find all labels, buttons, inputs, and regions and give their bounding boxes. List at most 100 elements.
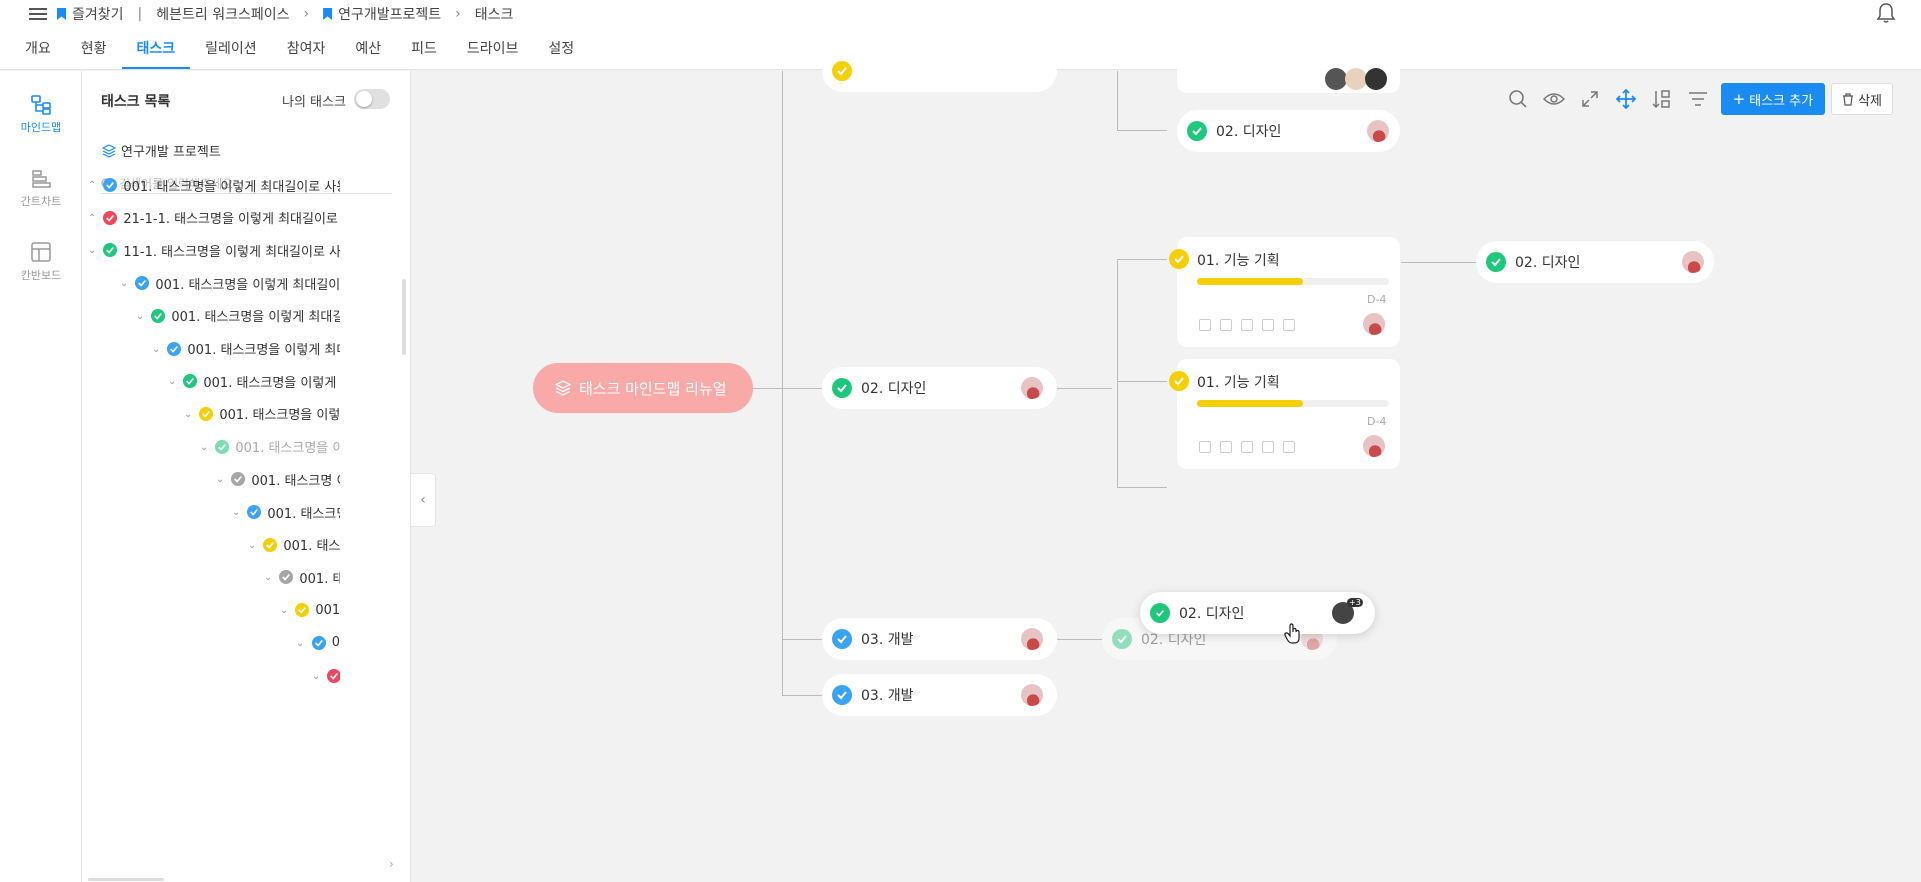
- tree-item-label: 001. 태스크: [283, 539, 340, 555]
- mindmap-root-node[interactable]: 태스크 마인드맵 리뉴얼: [533, 363, 753, 413]
- sort-icon[interactable]: [1647, 84, 1677, 114]
- filter-icon[interactable]: [1683, 84, 1713, 114]
- chevron-down-icon[interactable]: ⌄: [136, 311, 144, 322]
- tree-item[interactable]: ⌄ 001. 태: [264, 565, 340, 589]
- tree-item[interactable]: ⌄ 0: [296, 631, 340, 655]
- mindmap-node-design[interactable]: 02. 디자인: [822, 367, 1057, 409]
- tab-status[interactable]: 현황: [66, 28, 122, 69]
- task-card-partial[interactable]: [1177, 53, 1400, 93]
- tree-item-label: 001. 태스크명을 이렇게 최이렇: [203, 375, 340, 391]
- breadcrumb-project[interactable]: 연구개발프로젝트: [323, 4, 441, 24]
- tree-item[interactable]: ⌄ 001. 태스크: [248, 533, 340, 557]
- avatar: [1021, 628, 1043, 650]
- avatar: [1325, 68, 1347, 90]
- task-card-planning-1[interactable]: 01. 기능 기획 D-4: [1169, 237, 1400, 347]
- my-task-toggle[interactable]: [354, 89, 390, 109]
- connector-line: [782, 639, 827, 640]
- bell-icon[interactable]: [1876, 2, 1896, 24]
- link-icon[interactable]: [1262, 441, 1274, 453]
- breadcrumb-workspace[interactable]: 헤븐트리 워크스페이스: [156, 4, 289, 24]
- tab-participants[interactable]: 참여자: [272, 28, 341, 69]
- tree-item[interactable]: ⌃ 001. 태스크명을 이렇게 최대길이로 사용 이렇게: [88, 173, 340, 197]
- favorites-link[interactable]: 즐겨찾기: [57, 4, 124, 24]
- tree-item[interactable]: ⌄ 001.: [280, 598, 340, 622]
- nav-kanban[interactable]: 칸반보드: [0, 241, 82, 283]
- comment-icon[interactable]: [1241, 319, 1253, 331]
- mindmap-node-dev-1[interactable]: 03. 개발: [822, 618, 1057, 660]
- tab-relation[interactable]: 릴레이션: [190, 28, 272, 69]
- hamburger-menu-icon[interactable]: [29, 5, 47, 23]
- tab-settings[interactable]: 설정: [533, 28, 589, 69]
- breadcrumb-page: 태스크: [475, 4, 514, 24]
- chevron-right-icon: ›: [303, 6, 310, 22]
- mindmap-node[interactable]: [822, 50, 1057, 92]
- mindmap-node-design-right[interactable]: 02. 디자인: [1476, 241, 1714, 283]
- delete-button[interactable]: 삭제: [1831, 83, 1893, 115]
- tree-item[interactable]: ⌄ 001. 태스크명 이렇: [216, 467, 340, 491]
- task-card-planning-2[interactable]: 01. 기능 기획 D-4: [1169, 359, 1400, 469]
- tree-item[interactable]: ⌄ 001. 태스크명을 이렇게 최대길이로 이렇게: [120, 271, 340, 295]
- status-check-icon: [263, 537, 278, 552]
- tree-item[interactable]: ⌄ 11-1. 태스크명을 이렇게 최대길이로 사용 이렇: [88, 238, 340, 262]
- chevron-down-icon[interactable]: ⌄: [168, 376, 176, 387]
- tree-item[interactable]: ⌃ 21-1-1. 태스크명을 이렇게 최대길이로 사용 이: [88, 206, 340, 230]
- move-icon[interactable]: [1611, 84, 1641, 114]
- status-check-icon: [1169, 249, 1189, 269]
- mindmap-node-design-top[interactable]: 02. 디자인: [1177, 110, 1400, 152]
- user-icon[interactable]: [1220, 441, 1232, 453]
- chevron-down-icon[interactable]: ⌄: [216, 474, 224, 485]
- add-task-button[interactable]: + 태스크 추가: [1720, 83, 1826, 115]
- tree-item[interactable]: ⌄ 001. 태스크명을 이이렇: [200, 435, 340, 459]
- chevron-down-icon[interactable]: ⌄: [296, 638, 305, 649]
- star-icon[interactable]: [1199, 441, 1211, 453]
- tree-item-label: 001. 태스크명을 이렇게 최대길이로 이렇게: [155, 277, 340, 293]
- user-icon[interactable]: [1220, 319, 1232, 331]
- link-icon[interactable]: [1262, 319, 1274, 331]
- chevron-down-icon[interactable]: ⌄: [248, 540, 256, 551]
- add-task-label: 태스크 추가: [1749, 93, 1814, 109]
- tree-item[interactable]: ⌄: [312, 664, 340, 688]
- file-icon[interactable]: [1283, 441, 1295, 453]
- chevron-down-icon[interactable]: ⌄: [200, 442, 208, 453]
- panel-title: 태스크 목록: [101, 94, 171, 110]
- eye-icon[interactable]: [1539, 84, 1569, 114]
- nav-gantt[interactable]: 간트차트: [0, 167, 82, 209]
- tab-budget[interactable]: 예산: [340, 28, 396, 69]
- tree-item[interactable]: ⌄ 001. 태스크명을 이렇게 최이렇: [168, 369, 340, 393]
- chevron-down-icon[interactable]: ⌄: [184, 409, 192, 420]
- chevron-right-icon[interactable]: ›: [389, 857, 394, 871]
- chevron-down-icon[interactable]: ⌄: [120, 278, 128, 289]
- comment-icon[interactable]: [1241, 441, 1253, 453]
- root-label: 태스크 마인드맵 리뉴얼: [579, 379, 727, 398]
- chevron-down-icon[interactable]: ⌄: [264, 572, 272, 583]
- connector-line: [1117, 130, 1167, 131]
- tab-task[interactable]: 태스크: [121, 28, 191, 69]
- chevron-down-icon[interactable]: ⌄: [152, 344, 160, 355]
- star-icon[interactable]: [1199, 319, 1211, 331]
- chevron-down-icon[interactable]: ⌄: [232, 507, 240, 518]
- tab-drive[interactable]: 드라이브: [452, 28, 534, 69]
- status-check-icon: [832, 685, 852, 705]
- tree-item[interactable]: ⌄ 001. 태스크명을 이렇게 최대길이렇: [152, 337, 340, 361]
- mindmap-node-dev-2[interactable]: 03. 개발: [822, 674, 1057, 716]
- vertical-scrollbar[interactable]: [402, 279, 406, 355]
- node-label: 02. 디자인: [861, 381, 927, 397]
- dragged-node[interactable]: 02. 디자인 +3: [1140, 592, 1375, 634]
- chevron-up-icon[interactable]: ⌃: [88, 180, 96, 191]
- chevron-down-icon[interactable]: ⌄: [312, 671, 320, 682]
- tree-item[interactable]: ⌄ 001. 태스크명을 이렇 이렇: [184, 402, 340, 426]
- nav-mindmap[interactable]: 마인드맵: [0, 93, 82, 135]
- chevron-down-icon[interactable]: ⌄: [280, 605, 288, 616]
- connector-line: [1117, 259, 1167, 260]
- tree-item[interactable]: ⌄ 001. 태스크명: [232, 500, 340, 524]
- expand-icon[interactable]: [1575, 84, 1605, 114]
- chevron-up-icon[interactable]: ⌃: [88, 213, 96, 224]
- tab-overview[interactable]: 개요: [10, 28, 66, 69]
- search-icon[interactable]: [1503, 84, 1533, 114]
- file-icon[interactable]: [1283, 319, 1295, 331]
- mindmap-canvas[interactable]: 02. 디자인 태스크 마인드맵 리뉴얼 02. 디자인 01. 기능 기획 D…: [412, 50, 1921, 882]
- tree-item[interactable]: ⌄ 001. 태스크명을 이렇게 최대길이 이렇게: [136, 304, 340, 328]
- chevron-down-icon[interactable]: ⌄: [88, 245, 96, 256]
- tab-feed[interactable]: 피드: [396, 28, 452, 69]
- horizontal-scrollbar[interactable]: [88, 878, 164, 881]
